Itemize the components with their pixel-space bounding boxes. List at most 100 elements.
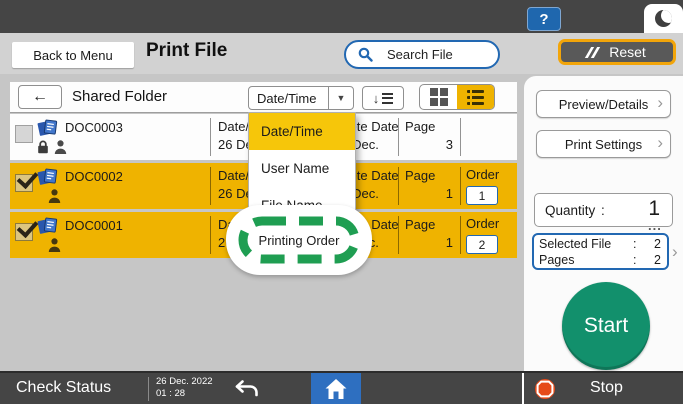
preview-details-label: Preview/Details <box>559 97 649 112</box>
datetime-display: 26 Dec. 2022 01 : 28 <box>156 376 213 400</box>
file-name: DOC0003 <box>65 120 123 135</box>
menu-item-date-time[interactable]: Date/Time <box>249 113 355 150</box>
folder-title: Shared Folder <box>72 88 167 105</box>
page-title: Print File <box>146 40 227 62</box>
order-column-label: Order <box>466 216 499 231</box>
column-divider <box>460 216 461 254</box>
more-options-dots[interactable]: ... <box>648 218 662 233</box>
selected-file-label: Selected File <box>539 237 633 252</box>
order-column-label: Order <box>466 167 499 182</box>
user-icon <box>48 189 61 203</box>
moon-icon <box>655 10 672 27</box>
column-divider <box>398 216 399 254</box>
page-column-label: Page <box>405 168 435 183</box>
home-button[interactable] <box>311 373 361 404</box>
bottom-system-bar: Check Status 26 Dec. 2022 01 : 28 Stop <box>0 371 683 404</box>
stop-icon <box>534 378 556 400</box>
view-toggle <box>419 84 495 110</box>
column-divider <box>210 216 211 254</box>
start-button[interactable]: Start <box>562 282 650 370</box>
checkbox-checked[interactable] <box>15 223 33 241</box>
chevron-right-icon: › <box>657 133 663 153</box>
search-file-button[interactable]: Search File <box>344 40 500 69</box>
reset-label: Reset <box>609 44 646 60</box>
sort-dropdown[interactable]: Date/Time ▼ <box>248 86 354 110</box>
pages-value: 2 <box>643 253 661 268</box>
document-stack-icon <box>37 118 59 142</box>
chevron-right-icon: › <box>672 242 678 262</box>
file-attribute-icons <box>37 140 67 154</box>
quantity-colon: : <box>601 203 605 218</box>
file-name: DOC0002 <box>65 169 123 184</box>
menu-item-user-name[interactable]: User Name <box>249 150 355 187</box>
grid-view-icon <box>430 88 448 106</box>
sort-lines-icon <box>382 93 393 104</box>
column-divider <box>398 167 399 205</box>
reset-button[interactable]: Reset <box>558 39 676 65</box>
printer-touchscreen: ? Back to Menu Print File Search File Re… <box>0 0 683 404</box>
home-icon <box>324 378 348 400</box>
divider <box>522 373 524 404</box>
list-view-button[interactable] <box>457 85 494 109</box>
chevron-right-icon: › <box>657 93 663 113</box>
check-status-button[interactable]: Check Status <box>16 379 111 397</box>
energy-saver-tab[interactable] <box>644 4 683 33</box>
selected-file-value: 2 <box>643 237 661 252</box>
printing-order-field[interactable]: 1 <box>466 186 498 205</box>
search-label: Search File <box>387 47 453 62</box>
back-arrow-icon: ← <box>32 88 48 106</box>
column-divider <box>460 167 461 205</box>
undo-button[interactable] <box>234 380 260 402</box>
column-divider <box>210 118 211 156</box>
undo-arrow-icon <box>234 380 260 397</box>
menu-item-printing-order[interactable]: Printing Order <box>259 233 340 248</box>
lock-icon <box>37 140 49 154</box>
list-view-icon <box>467 90 484 105</box>
page-column-value: 1 <box>405 235 453 250</box>
document-stack-icon <box>37 216 59 240</box>
date-text: 26 Dec. 2022 <box>156 376 213 388</box>
file-attribute-icons <box>48 189 61 203</box>
sort-arrow-icon: ↓ <box>373 91 380 106</box>
document-stack-icon <box>37 167 59 191</box>
back-to-menu-button[interactable]: Back to Menu <box>12 42 134 68</box>
column-divider <box>210 167 211 205</box>
reset-icon <box>588 47 597 58</box>
page-column-label: Page <box>405 217 435 232</box>
chevron-down-icon: ▼ <box>328 87 353 109</box>
sort-dropdown-value: Date/Time <box>249 91 328 106</box>
file-list-toolbar: ← Shared Folder Date/Time ▼ ↓ <box>10 82 517 113</box>
sort-direction-button[interactable]: ↓ <box>362 86 404 110</box>
page-column-value: 3 <box>405 137 453 152</box>
header-bar: Back to Menu Print File Search File Rese… <box>0 33 683 74</box>
print-settings-label: Print Settings <box>565 137 642 152</box>
search-icon <box>358 47 373 62</box>
printing-order-field[interactable]: 2 <box>466 235 498 254</box>
file-name: DOC0001 <box>65 218 123 233</box>
user-icon <box>54 140 67 154</box>
preview-details-button[interactable]: Preview/Details › <box>536 90 671 118</box>
page-column-label: Page <box>405 119 435 134</box>
thumbnail-view-button[interactable] <box>420 85 457 109</box>
selected-file-colon: : <box>633 237 643 252</box>
top-status-bar: ? <box>0 0 683 33</box>
checkbox-checked[interactable] <box>15 174 33 192</box>
folder-back-button[interactable]: ← <box>18 85 62 109</box>
column-divider <box>460 118 461 156</box>
action-side-panel: Preview/Details › Print Settings › Quant… <box>524 76 683 373</box>
selection-summary[interactable]: Selected File : 2 Pages : 2 <box>532 233 669 270</box>
page-column-value: 1 <box>405 186 453 201</box>
user-icon <box>48 238 61 252</box>
checkbox-unchecked[interactable] <box>15 125 33 143</box>
stop-button[interactable] <box>534 378 556 404</box>
check-icon <box>17 167 39 189</box>
divider <box>148 377 149 401</box>
column-divider <box>398 118 399 156</box>
quantity-label: Quantity <box>545 203 595 218</box>
print-settings-button[interactable]: Print Settings › <box>536 130 671 158</box>
pages-colon: : <box>633 253 643 268</box>
highlight-callout: Printing Order <box>226 205 372 275</box>
help-button[interactable]: ? <box>527 7 561 31</box>
time-text: 01 : 28 <box>156 388 213 400</box>
stop-label: Stop <box>590 379 623 397</box>
